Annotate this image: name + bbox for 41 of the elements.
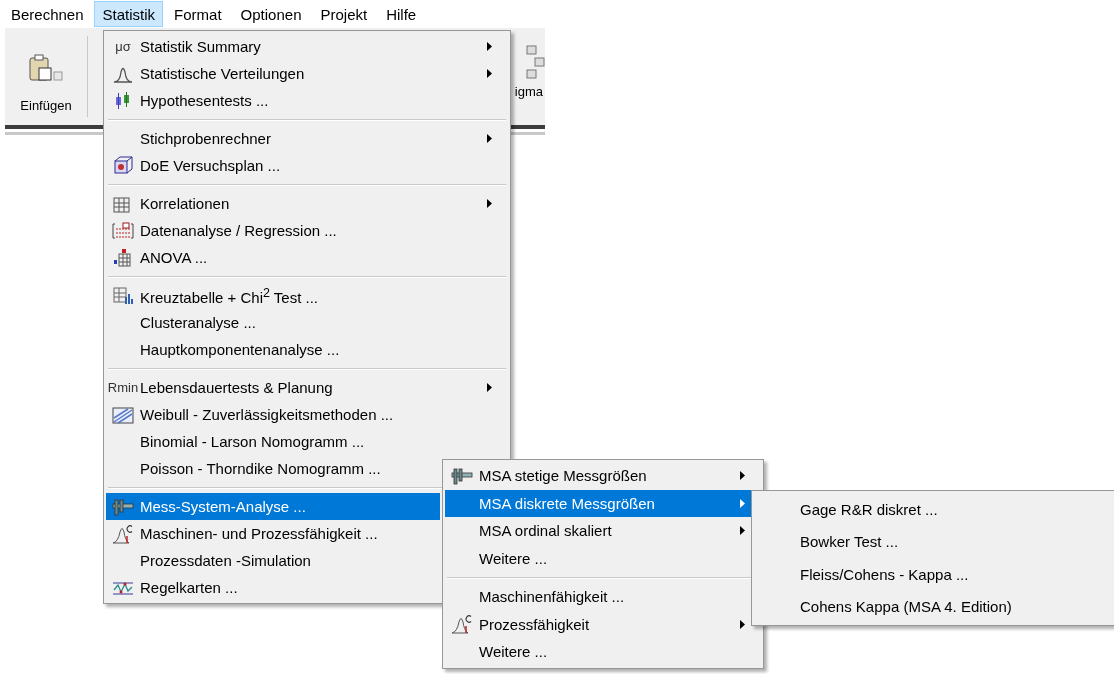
caliper-icon [451,465,473,486]
symbol-icon: Rmin [107,380,139,395]
toolbar-label: Einfügen [20,98,72,113]
menu-bar-item[interactable]: Hilfe [377,1,425,27]
menu-item[interactable]: Poisson - Thorndike Nomogramm ... [106,455,440,482]
symbol-icon: μσ [115,39,131,54]
cube-icon [112,155,134,176]
menu-bar-item[interactable]: Berechnen [2,1,92,27]
menu-item[interactable]: Hauptkomponentenanalyse ... [106,336,440,363]
menu-item[interactable]: Weitere ... [445,638,761,666]
caliper-icon [112,496,134,517]
menu-item[interactable]: Clusteranalyse ... [106,309,440,336]
menu-item[interactable]: Mess-System-Analyse ... [106,493,440,520]
menu-bar-item[interactable]: Optionen [231,1,310,27]
menu-item[interactable]: Binomial - Larson Nomogramm ... [106,428,440,455]
table-icon [112,247,134,268]
capability-icon [112,523,134,544]
menu-bar-item[interactable]: Statistik [93,1,164,27]
menu-item[interactable]: Korrelationen [106,190,440,217]
menu-item[interactable]: DoE Versuchsplan ... [106,152,440,179]
menu-item[interactable]: Stichprobenrechner [106,125,440,152]
menu-item[interactable]: Kreuztabelle + Chi$^{2}$ Test ... [106,282,440,309]
weibull-plot-icon [112,404,134,425]
menu-bar-item[interactable]: Format [165,1,230,27]
chart-table-icon [112,285,134,306]
menu-item[interactable]: μσ Statistik Summary [106,33,440,60]
table-icon [112,220,134,241]
menu-item[interactable]: Maschinen- und Prozessfähigkeit ... [106,520,440,547]
menu-item[interactable]: Datenanalyse / Regression ... [106,217,440,244]
menu-item[interactable]: Rmin Lebensdauertests & Planung [106,374,440,401]
menu-item[interactable]: Fleiss/Cohens - Kappa ... [754,558,1114,591]
menu-item[interactable]: Hypothesentests ... [106,87,440,114]
capability-icon [451,614,473,635]
menu-bar-item[interactable]: Projekt [311,1,376,27]
toolbar-label: igma [514,84,543,99]
menu-item[interactable]: Statistische Verteilungen [106,60,440,87]
menu-item[interactable]: Prozessdaten -Simulation [106,547,440,574]
menu-item[interactable]: Regelkarten ... [106,574,440,601]
menu-item[interactable]: Weibull - Zuverlässigkeitsmethoden ... [106,401,440,428]
menu-item[interactable]: MSA stetige Messgrößen [445,462,761,490]
menu-item[interactable]: ANOVA ... [106,244,440,271]
